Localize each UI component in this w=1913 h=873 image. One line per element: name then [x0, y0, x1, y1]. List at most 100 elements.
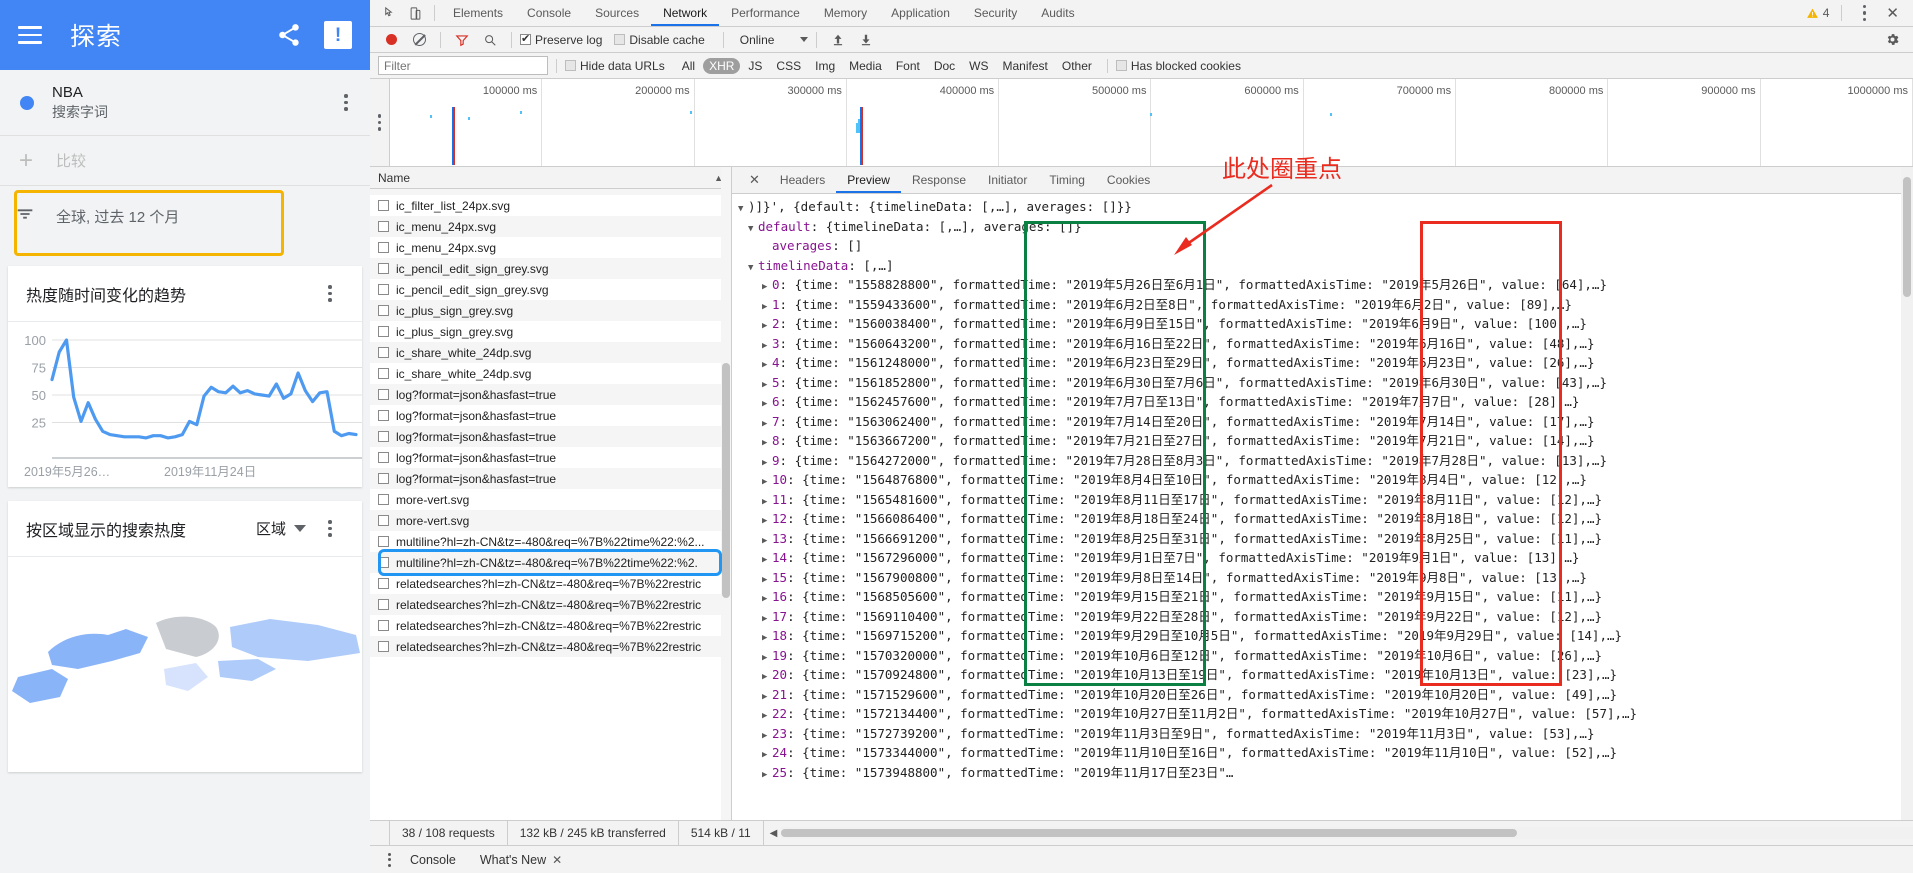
table-row[interactable]: relatedsearches?hl=zh-CN&tz=-480&req=%7B… [370, 594, 731, 615]
disable-cache-toggle[interactable]: Disable cache [614, 33, 714, 47]
table-row[interactable]: multiline?hl=zh-CN&tz=-480&req=%7B%22tim… [370, 552, 731, 573]
share-icon[interactable] [276, 22, 302, 48]
inspect-cursor-icon[interactable] [376, 1, 402, 25]
json-line[interactable]: ▶ 19: {time: "1570320000", formattedTime:… [732, 646, 1913, 666]
detail-tab-cookies[interactable]: Cookies [1096, 167, 1161, 193]
json-line[interactable]: ▶ 3: {time: "1560643200", formattedTime: … [732, 334, 1913, 354]
json-line[interactable]: ▶ 22: {time: "1572134400", formattedTime:… [732, 704, 1913, 724]
disable-cache-checkbox[interactable] [614, 34, 626, 45]
hscroll-left-icon[interactable]: ◀ [770, 828, 778, 839]
filter-type-css[interactable]: CSS [770, 58, 807, 74]
json-line[interactable]: ▶ 4: {time: "1561248000", formattedTime: … [732, 353, 1913, 373]
request-checkbox[interactable] [378, 410, 389, 421]
json-line[interactable]: ▶ 2: {time: "1560038400", formattedTime: … [732, 314, 1913, 334]
export-har-button[interactable] [853, 28, 879, 52]
overview-timeline[interactable]: 100000 ms 200000 ms 300000 ms 400000 ms 5000… [390, 79, 1913, 166]
json-line[interactable]: ▼ default: {timelineData: [,…], averages:… [732, 217, 1913, 237]
request-checkbox[interactable] [378, 599, 389, 610]
table-row[interactable]: relatedsearches?hl=zh-CN&tz=-480&req=%7B… [370, 573, 731, 594]
json-line[interactable]: ▶ 16: {time: "1568505600", formattedTime:… [732, 587, 1913, 607]
scrollbar-thumb[interactable] [1903, 177, 1911, 297]
filter-row[interactable]: 全球, 过去 12 个月 [0, 186, 370, 246]
table-row[interactable]: ic_share_white_24dp.svg [370, 342, 731, 363]
network-settings-button[interactable] [1879, 28, 1905, 52]
filter-type-media[interactable]: Media [843, 58, 888, 74]
tab-security[interactable]: Security [962, 0, 1029, 26]
table-row[interactable]: ic_plus_sign_grey.svg [370, 300, 731, 321]
request-checkbox[interactable] [378, 242, 389, 253]
request-checkbox[interactable] [378, 536, 389, 547]
import-har-button[interactable] [825, 28, 851, 52]
json-line[interactable]: ▶ 12: {time: "1566086400", formattedTime:… [732, 509, 1913, 529]
request-checkbox[interactable] [378, 347, 389, 358]
has-blocked-cookies-checkbox[interactable] [1115, 60, 1127, 71]
trend-card-kebab-icon[interactable] [320, 285, 340, 302]
filter-type-xhr[interactable]: XHR [703, 57, 741, 74]
json-line[interactable]: ▶ 1: {time: "1559433600", formattedTime: … [732, 295, 1913, 315]
json-line[interactable]: ▶ 25: {time: "1573948800", formattedTime:… [732, 763, 1913, 783]
menu-icon[interactable] [18, 26, 42, 44]
filter-type-manifest[interactable]: Manifest [997, 58, 1054, 74]
throttling-select[interactable]: Online [740, 33, 809, 47]
search-term-row[interactable]: NBA 搜索字词 [0, 70, 370, 136]
json-line[interactable]: ▶ 9: {time: "1564272000", formattedTime: … [732, 451, 1913, 471]
region-card-kebab-icon[interactable] [320, 520, 340, 537]
detail-tab-timing[interactable]: Timing [1038, 167, 1096, 193]
request-checkbox[interactable] [378, 452, 389, 463]
table-row[interactable]: more-vert.svg [370, 489, 731, 510]
table-row[interactable]: ic_pencil_edit_sign_grey.svg [370, 258, 731, 279]
json-line[interactable]: ▼ timelineData: [,…] [732, 256, 1913, 276]
json-line[interactable]: ▶ 7: {time: "1563062400", formattedTime: … [732, 412, 1913, 432]
request-checkbox[interactable] [378, 578, 389, 589]
json-line[interactable]: ▶ 6: {time: "1562457600", formattedTime: … [732, 392, 1913, 412]
table-row[interactable]: ic_menu_24px.svg [370, 237, 731, 258]
table-row[interactable]: log?format=json&hasfast=true [370, 426, 731, 447]
overview-kebab-icon[interactable] [370, 114, 389, 131]
tab-audits[interactable]: Audits [1029, 0, 1086, 26]
json-line[interactable]: ▶ 24: {time: "1573344000", formattedTime:… [732, 743, 1913, 763]
json-line[interactable]: ▶ 10: {time: "1564876800", formattedTime:… [732, 470, 1913, 490]
request-checkbox[interactable] [378, 368, 389, 379]
table-row[interactable]: log?format=json&hasfast=true [370, 405, 731, 426]
record-button[interactable] [378, 28, 404, 52]
filter-input[interactable] [378, 56, 548, 75]
tab-application[interactable]: Application [879, 0, 962, 26]
table-row[interactable]: relatedsearches?hl=zh-CN&tz=-480&req=%7B… [370, 636, 731, 657]
filter-type-all[interactable]: All [676, 58, 701, 74]
compare-row[interactable]: + 比较 [0, 136, 370, 186]
warning-indicator[interactable]: 4 [1806, 6, 1829, 20]
filter-type-doc[interactable]: Doc [928, 58, 961, 74]
json-line[interactable]: ▶ 0: {time: "1558828800", formattedTime: … [732, 275, 1913, 295]
request-checkbox[interactable] [378, 326, 389, 337]
request-rows[interactable]: ic_filter_list_24px.svg ic_menu_24px.svg i… [370, 189, 731, 820]
scrollbar-thumb[interactable] [781, 829, 1517, 837]
json-line[interactable]: ▶ 17: {time: "1569110400", formattedTime:… [732, 607, 1913, 627]
tab-performance[interactable]: Performance [719, 0, 812, 26]
request-list-header[interactable]: Name ▲ [370, 167, 731, 189]
request-checkbox[interactable] [378, 431, 389, 442]
json-line[interactable]: ▶ 11: {time: "1565481600", formattedTime:… [732, 490, 1913, 510]
tab-sources[interactable]: Sources [583, 0, 651, 26]
world-map[interactable] [8, 557, 362, 772]
tab-memory[interactable]: Memory [812, 0, 879, 26]
request-checkbox[interactable] [378, 200, 389, 211]
table-row[interactable]: ic_share_white_24dp.svg [370, 363, 731, 384]
json-line[interactable]: ▶ 14: {time: "1567296000", formattedTime:… [732, 548, 1913, 568]
tab-console[interactable]: Console [515, 0, 583, 26]
table-row[interactable]: log?format=json&hasfast=true [370, 468, 731, 489]
drawer-tab-console[interactable]: Console [398, 853, 468, 867]
filter-type-ws[interactable]: WS [963, 58, 994, 74]
table-row[interactable]: log?format=json&hasfast=true [370, 447, 731, 468]
preserve-log-checkbox[interactable] [520, 32, 531, 45]
request-checkbox[interactable] [378, 557, 389, 568]
filter-type-font[interactable]: Font [890, 58, 926, 74]
term-kebab-icon[interactable] [336, 94, 356, 111]
table-row[interactable]: relatedsearches?hl=zh-CN&tz=-480&req=%7B… [370, 615, 731, 636]
scrollbar-thumb[interactable] [722, 362, 730, 598]
clear-button[interactable] [406, 28, 432, 52]
close-icon[interactable]: ✕ [1880, 4, 1905, 22]
region-selector-label[interactable]: 区域 [256, 518, 286, 539]
devtools-kebab-icon[interactable] [1854, 4, 1874, 22]
json-line[interactable]: ▼)]}', {default: {timelineData: [,…], av… [732, 197, 1913, 217]
chevron-down-icon[interactable] [294, 525, 306, 532]
